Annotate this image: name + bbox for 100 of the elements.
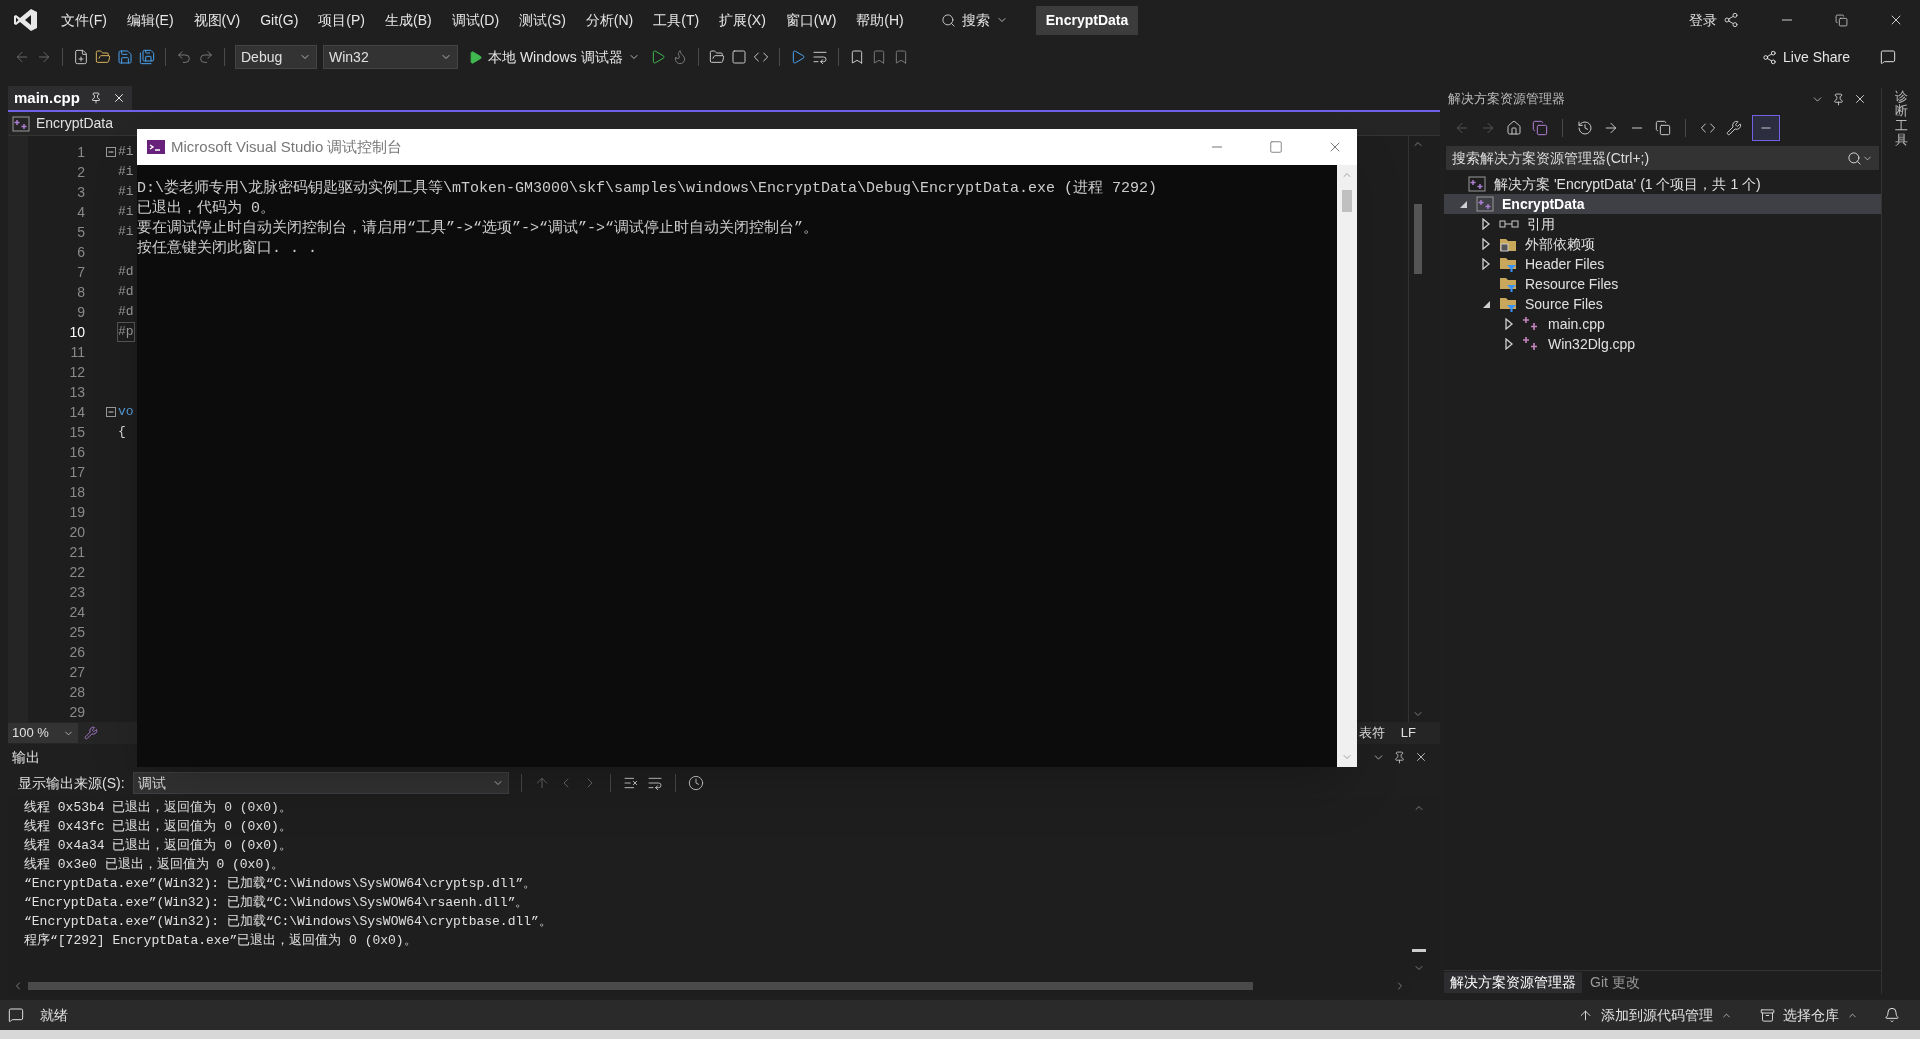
code-text: #i [118, 203, 134, 221]
notification-icon[interactable] [8, 1007, 24, 1023]
expand-arrow-icon[interactable] [1504, 318, 1514, 330]
scroll-thumb[interactable] [1413, 204, 1422, 274]
code-text: #i [118, 183, 134, 201]
tab-setting[interactable]: 表符 [1352, 723, 1391, 743]
solution-item[interactable]: 解决方案 'EncryptData' (1 个项目，共 1 个) [1444, 174, 1881, 194]
line-number: 15 [68, 423, 85, 442]
sign-in-link[interactable]: 登录 [1689, 9, 1717, 31]
search-field[interactable]: 搜索解决方案资源管理器(Ctrl+;) [1446, 146, 1879, 170]
line-number: 25 [68, 623, 85, 642]
menu-item[interactable]: 文件(F) [52, 5, 116, 35]
save-icon[interactable] [117, 49, 133, 65]
menu-item[interactable]: 调试(D) [442, 5, 509, 35]
folder-icon[interactable] [708, 49, 725, 65]
switch-views-icon[interactable] [1532, 120, 1548, 136]
pin-icon[interactable] [1393, 750, 1406, 764]
start-debugging-button[interactable]: 本地 Windows 调试器 [464, 46, 644, 68]
live-share-button[interactable]: Live Share [1762, 46, 1850, 68]
restore-icon[interactable] [1835, 13, 1848, 27]
fold-icon[interactable] [106, 147, 116, 157]
select-repository-button[interactable]: 选择仓库 [1754, 1004, 1864, 1026]
tree-item[interactable]: 外部依赖项 [1444, 234, 1881, 254]
brush-icon[interactable] [83, 726, 98, 740]
tree-item[interactable]: Resource Files [1444, 274, 1881, 294]
line-number: 2 [76, 163, 85, 182]
zoom-dropdown[interactable]: 100 % [8, 723, 78, 743]
open-folder-icon[interactable] [95, 49, 111, 65]
configuration-dropdown[interactable]: Debug [235, 45, 317, 69]
clear-all-icon[interactable] [622, 775, 639, 791]
output-line: 线程 0x4a34 已退出，返回值为 0 (0x0)。 [24, 837, 292, 855]
tree-item[interactable]: 引用 [1444, 214, 1881, 234]
console-scrollbar[interactable] [1337, 165, 1357, 767]
play-icon [468, 49, 483, 65]
notification-bell-icon[interactable] [1884, 1007, 1900, 1023]
expand-arrow-icon[interactable] [1481, 258, 1491, 270]
tree-item[interactable]: EncryptData [1444, 194, 1881, 214]
line-ending[interactable]: LF [1390, 723, 1426, 743]
save-all-icon[interactable] [139, 49, 155, 65]
menu-item[interactable]: 测试(S) [510, 5, 575, 35]
menu-item[interactable]: 分析(N) [576, 5, 643, 35]
menu-item[interactable]: 生成(B) [376, 5, 441, 35]
menu-item[interactable]: 工具(T) [644, 5, 709, 35]
new-item-icon[interactable] [73, 49, 89, 65]
line-number: 22 [68, 563, 85, 582]
code-icon[interactable] [1700, 120, 1716, 136]
console-line: 要在调试停止时自动关闭控制台，请启用“工具”->“选项”->“调试”->“调试停止时自动关闭控制台”。 [137, 219, 819, 239]
fold-icon[interactable] [106, 407, 116, 417]
pin-icon[interactable] [1832, 92, 1845, 106]
code-text: #i [118, 163, 134, 181]
menu-item[interactable]: 窗口(W) [776, 5, 846, 35]
project-dropdown[interactable]: EncryptData [8, 113, 118, 134]
tree-item[interactable]: Header Files [1444, 254, 1881, 274]
code-text: #i [118, 143, 134, 161]
properties-icon[interactable] [1726, 120, 1742, 136]
scroll-thumb[interactable] [28, 982, 1253, 990]
indent-icon[interactable] [811, 49, 828, 65]
panel-tab[interactable]: 解决方案资源管理器 [1444, 972, 1582, 993]
expand-arrow-icon[interactable] [1481, 238, 1491, 250]
cpp-file-icon [1522, 336, 1540, 352]
redo-icon[interactable] [198, 49, 214, 65]
sync-icon[interactable] [1603, 120, 1619, 136]
line-number: 12 [68, 363, 85, 382]
output-source-dropdown[interactable]: 调试 [132, 772, 509, 794]
output-source-label: 显示输出来源(S): [18, 773, 125, 793]
search-button[interactable]: 搜索 [932, 9, 1016, 31]
menu-item[interactable]: 扩展(X) [710, 5, 775, 35]
menu-item[interactable]: 编辑(E) [117, 5, 183, 35]
feedback-icon[interactable] [1880, 49, 1896, 65]
show-all-files-icon[interactable] [1655, 120, 1671, 136]
editor-tab[interactable]: main.cpp [8, 86, 132, 110]
preview-button[interactable] [1752, 115, 1780, 141]
expand-arrow-icon[interactable] [1481, 218, 1491, 230]
close-icon[interactable] [1853, 92, 1867, 106]
scroll-thumb[interactable] [1342, 190, 1352, 212]
line-number: 6 [76, 243, 85, 262]
menu-item[interactable]: 视图(V) [184, 5, 250, 35]
line-number: 13 [68, 383, 85, 402]
expand-arrow-icon[interactable] [1504, 338, 1514, 350]
side-tab[interactable]: 诊断工具 [1894, 90, 1908, 148]
output-line: 线程 0x53b4 已退出，返回值为 0 (0x0)。 [24, 799, 292, 817]
scroll-thumb[interactable] [1412, 949, 1426, 952]
panel-tab[interactable]: Git 更改 [1584, 972, 1646, 993]
clock-icon[interactable] [687, 775, 704, 791]
pending-changes-icon[interactable] [1577, 120, 1593, 136]
tree-item[interactable]: main.cpp [1444, 314, 1881, 334]
logo-icon [13, 7, 39, 33]
undo-icon[interactable] [176, 49, 192, 65]
word-wrap-icon[interactable] [646, 775, 663, 791]
tree-item[interactable]: Win32Dlg.cpp [1444, 334, 1881, 354]
platform-dropdown[interactable]: Win32 [323, 45, 458, 69]
menu-item[interactable]: Git(G) [251, 5, 308, 35]
menu-item[interactable]: 项目(P) [309, 5, 374, 35]
add-to-source-control-button[interactable]: 添加到源代码管理 [1572, 1004, 1738, 1026]
solution-title: EncryptData [1035, 5, 1139, 35]
close-icon[interactable] [1414, 750, 1428, 764]
menu-item[interactable]: 帮助(H) [847, 5, 913, 35]
home-icon[interactable] [1506, 120, 1522, 136]
window-icon[interactable] [730, 49, 747, 65]
tree-item[interactable]: Source Files [1444, 294, 1881, 314]
